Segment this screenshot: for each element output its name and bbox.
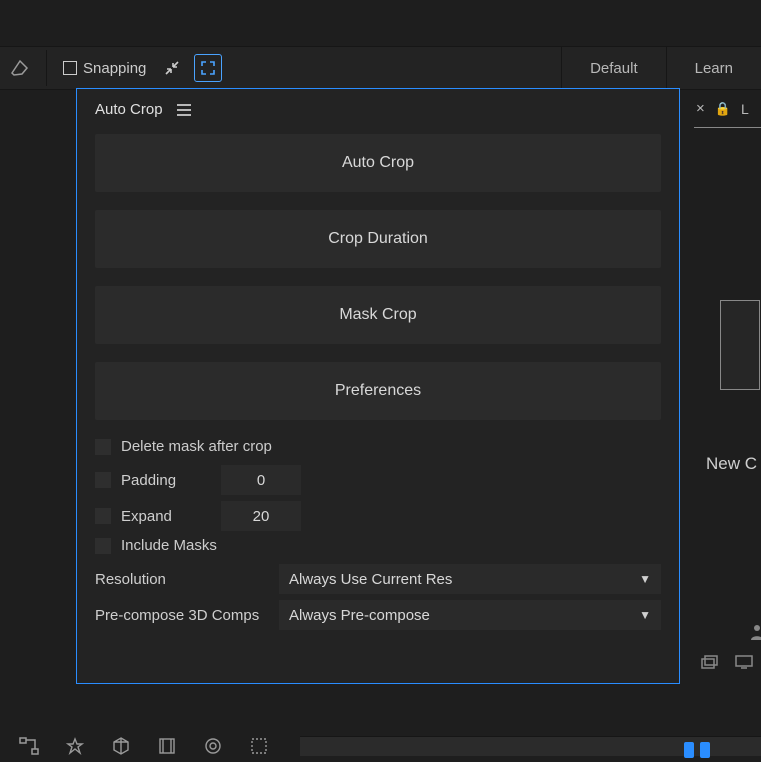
checkbox-icon	[63, 61, 77, 75]
padding-checkbox[interactable]	[95, 472, 111, 488]
flowchart-icon[interactable]	[18, 735, 40, 757]
right-tab-truncated[interactable]: L	[741, 101, 749, 117]
frame-blend-icon[interactable]	[156, 735, 178, 757]
resolution-label: Resolution	[95, 571, 279, 588]
new-composition-label: New C	[706, 454, 757, 474]
stack-icon[interactable]	[700, 654, 720, 670]
crop-duration-button[interactable]: Crop Duration	[95, 210, 661, 268]
person-icon[interactable]	[750, 624, 761, 643]
auto-crop-button[interactable]: Auto Crop	[95, 134, 661, 192]
workspace-default-tab[interactable]: Default	[561, 47, 666, 89]
3d-icon[interactable]	[110, 735, 132, 757]
expand-input[interactable]	[221, 501, 301, 531]
workspace-learn-tab[interactable]: Learn	[666, 47, 761, 89]
work-area-start-handle[interactable]	[684, 742, 694, 758]
right-panel-peek: × 🔒 L	[694, 96, 761, 128]
include-masks-label: Include Masks	[121, 537, 217, 554]
motion-blur-icon[interactable]	[202, 735, 224, 757]
preferences-button[interactable]: Preferences	[95, 362, 661, 420]
chevron-down-icon: ▼	[639, 608, 651, 622]
include-masks-checkbox[interactable]	[95, 538, 111, 554]
mask-crop-button[interactable]: Mask Crop	[95, 286, 661, 344]
precompose-select-value: Always Pre-compose	[289, 607, 430, 624]
precompose-select[interactable]: Always Pre-compose ▼	[279, 600, 661, 630]
close-icon[interactable]: ×	[696, 100, 705, 117]
resolution-select[interactable]: Always Use Current Res ▼	[279, 564, 661, 594]
delete-mask-label: Delete mask after crop	[121, 438, 272, 455]
delete-mask-checkbox[interactable]	[95, 439, 111, 455]
right-footer-icons	[700, 654, 754, 670]
expand-label: Expand	[121, 508, 211, 525]
chevron-down-icon: ▼	[639, 572, 651, 586]
collapse-arrows-icon[interactable]	[160, 56, 184, 80]
snapping-toggle[interactable]: Snapping	[59, 58, 150, 79]
composition-preview-box[interactable]	[720, 300, 760, 390]
shy-icon[interactable]	[64, 735, 86, 757]
resolution-select-value: Always Use Current Res	[289, 571, 452, 588]
monitor-icon[interactable]	[734, 654, 754, 670]
pen-tool-icon[interactable]	[6, 54, 34, 82]
graph-editor-icon[interactable]	[248, 735, 270, 757]
precompose-label: Pre-compose 3D Comps	[95, 607, 279, 624]
padding-input[interactable]	[221, 465, 301, 495]
padding-label: Padding	[121, 472, 211, 489]
top-toolbar: Snapping Default Learn	[0, 46, 761, 90]
panel-menu-icon[interactable]	[177, 104, 191, 116]
panel-title: Auto Crop	[95, 101, 163, 118]
auto-crop-panel: Auto Crop Auto Crop Crop Duration Mask C…	[76, 88, 680, 684]
fullscreen-icon[interactable]	[194, 54, 222, 82]
expand-checkbox[interactable]	[95, 508, 111, 524]
snapping-label: Snapping	[83, 60, 146, 77]
lock-icon[interactable]: 🔒	[715, 101, 731, 117]
work-area-end-handle[interactable]	[700, 742, 710, 758]
